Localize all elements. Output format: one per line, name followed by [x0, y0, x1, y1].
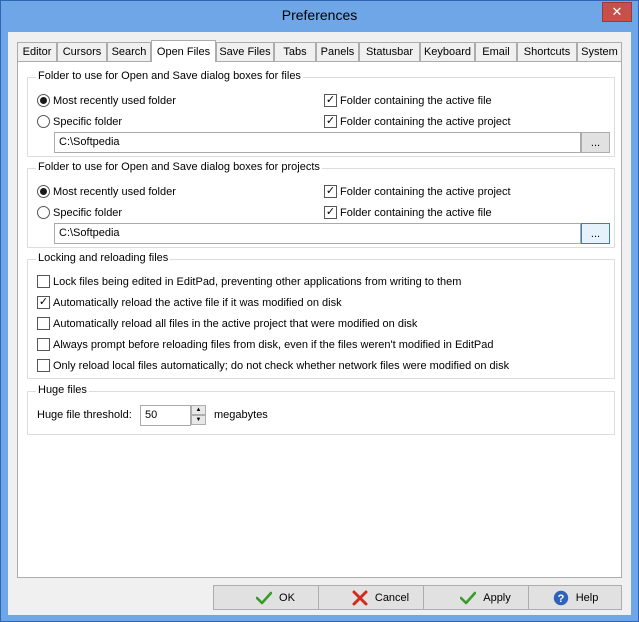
files-active-project-checkbox[interactable]: ✓ Folder containing the active project — [324, 115, 511, 128]
huge-files-group: Huge files Huge file threshold: 50 ▲ ▼ m… — [27, 384, 615, 435]
reload-active-file-checkbox[interactable]: ✓ Automatically reload the active file i… — [37, 296, 342, 309]
projects-active-project-checkbox[interactable]: ✓ Folder containing the active project — [324, 185, 511, 198]
preferences-window: Preferences ✕ Editor Cursors Search Open… — [0, 0, 639, 622]
tab-keyboard[interactable]: Keyboard — [420, 42, 475, 61]
lock-files-checkbox[interactable]: Lock files being edited in EditPad, prev… — [37, 275, 461, 288]
triangle-down-icon: ▼ — [195, 417, 202, 423]
files-active-file-checkbox[interactable]: ✓ Folder containing the active file — [324, 94, 492, 107]
tab-strip: Editor Cursors Search Open Files Save Fi… — [17, 40, 622, 62]
huge-threshold-label: Huge file threshold: — [37, 409, 132, 421]
huge-threshold-stepper: ▲ ▼ — [191, 405, 206, 426]
open-files-panel: Folder to use for Open and Save dialog b… — [17, 61, 622, 578]
checkmark-icon: ✓ — [324, 185, 337, 198]
huge-threshold-unit: megabytes — [214, 409, 268, 421]
checkmark-icon: ✓ — [324, 206, 337, 219]
tab-panels[interactable]: Panels — [316, 42, 359, 61]
checkmark-icon: ✓ — [324, 115, 337, 128]
tab-open-files[interactable]: Open Files — [151, 40, 216, 62]
spin-up-button[interactable]: ▲ — [191, 405, 206, 415]
tab-editor[interactable]: Editor — [17, 42, 57, 61]
locking-title: Locking and reloading files — [36, 252, 171, 264]
reload-project-files-checkbox[interactable]: Automatically reload all files in the ac… — [37, 317, 417, 330]
triangle-up-icon: ▲ — [195, 407, 202, 413]
files-browse-button[interactable]: ... — [581, 132, 610, 153]
tab-save-files[interactable]: Save Files — [216, 42, 274, 61]
checkmark-icon: ✓ — [37, 296, 50, 309]
window-title: Preferences — [281, 7, 358, 23]
files-specific-radio[interactable]: Specific folder — [37, 115, 122, 128]
projects-browse-button[interactable]: ... — [581, 223, 610, 244]
checkbox-empty-icon — [37, 317, 50, 330]
checkmark-icon — [459, 589, 477, 607]
radio-unselected-icon — [37, 115, 50, 128]
radio-selected-icon — [37, 185, 50, 198]
tab-system[interactable]: System — [577, 42, 622, 61]
help-button[interactable]: ? Help — [528, 585, 622, 610]
huge-files-title: Huge files — [36, 384, 89, 396]
checkbox-empty-icon — [37, 338, 50, 351]
tab-tabs[interactable]: Tabs — [274, 42, 316, 61]
projects-most-recent-radio[interactable]: Most recently used folder — [37, 185, 176, 198]
files-folder-group: Folder to use for Open and Save dialog b… — [27, 70, 615, 157]
projects-specific-radio[interactable]: Specific folder — [37, 206, 122, 219]
radio-selected-icon — [37, 94, 50, 107]
close-button[interactable]: ✕ — [602, 2, 632, 22]
projects-folder-path-input[interactable]: C:\Softpedia — [54, 223, 581, 244]
checkbox-empty-icon — [37, 275, 50, 288]
checkmark-icon — [255, 589, 273, 607]
tab-email[interactable]: Email — [475, 42, 517, 61]
huge-threshold-input[interactable]: 50 — [140, 405, 191, 426]
files-folder-path-input[interactable]: C:\Softpedia — [54, 132, 581, 153]
tab-statusbar[interactable]: Statusbar — [359, 42, 420, 61]
dialog-client: Editor Cursors Search Open Files Save Fi… — [8, 32, 631, 615]
radio-unselected-icon — [37, 206, 50, 219]
svg-text:?: ? — [557, 593, 564, 605]
title-bar[interactable]: Preferences ✕ — [1, 1, 638, 32]
always-prompt-checkbox[interactable]: Always prompt before reloading files fro… — [37, 338, 493, 351]
tab-shortcuts[interactable]: Shortcuts — [517, 42, 577, 61]
checkbox-empty-icon — [37, 359, 50, 372]
tab-search[interactable]: Search — [107, 42, 151, 61]
projects-folder-title: Folder to use for Open and Save dialog b… — [36, 161, 322, 173]
close-icon: ✕ — [611, 4, 623, 19]
projects-folder-group: Folder to use for Open and Save dialog b… — [27, 161, 615, 248]
tab-cursors[interactable]: Cursors — [57, 42, 107, 61]
projects-active-file-checkbox[interactable]: ✓ Folder containing the active file — [324, 206, 492, 219]
help-icon: ? — [552, 589, 570, 607]
spin-down-button[interactable]: ▼ — [191, 415, 206, 425]
locking-group: Locking and reloading files Lock files b… — [27, 252, 615, 379]
local-files-only-checkbox[interactable]: Only reload local files automatically; d… — [37, 359, 509, 372]
cross-icon — [351, 589, 369, 607]
files-most-recent-radio[interactable]: Most recently used folder — [37, 94, 176, 107]
checkmark-icon: ✓ — [324, 94, 337, 107]
files-folder-title: Folder to use for Open and Save dialog b… — [36, 70, 303, 82]
